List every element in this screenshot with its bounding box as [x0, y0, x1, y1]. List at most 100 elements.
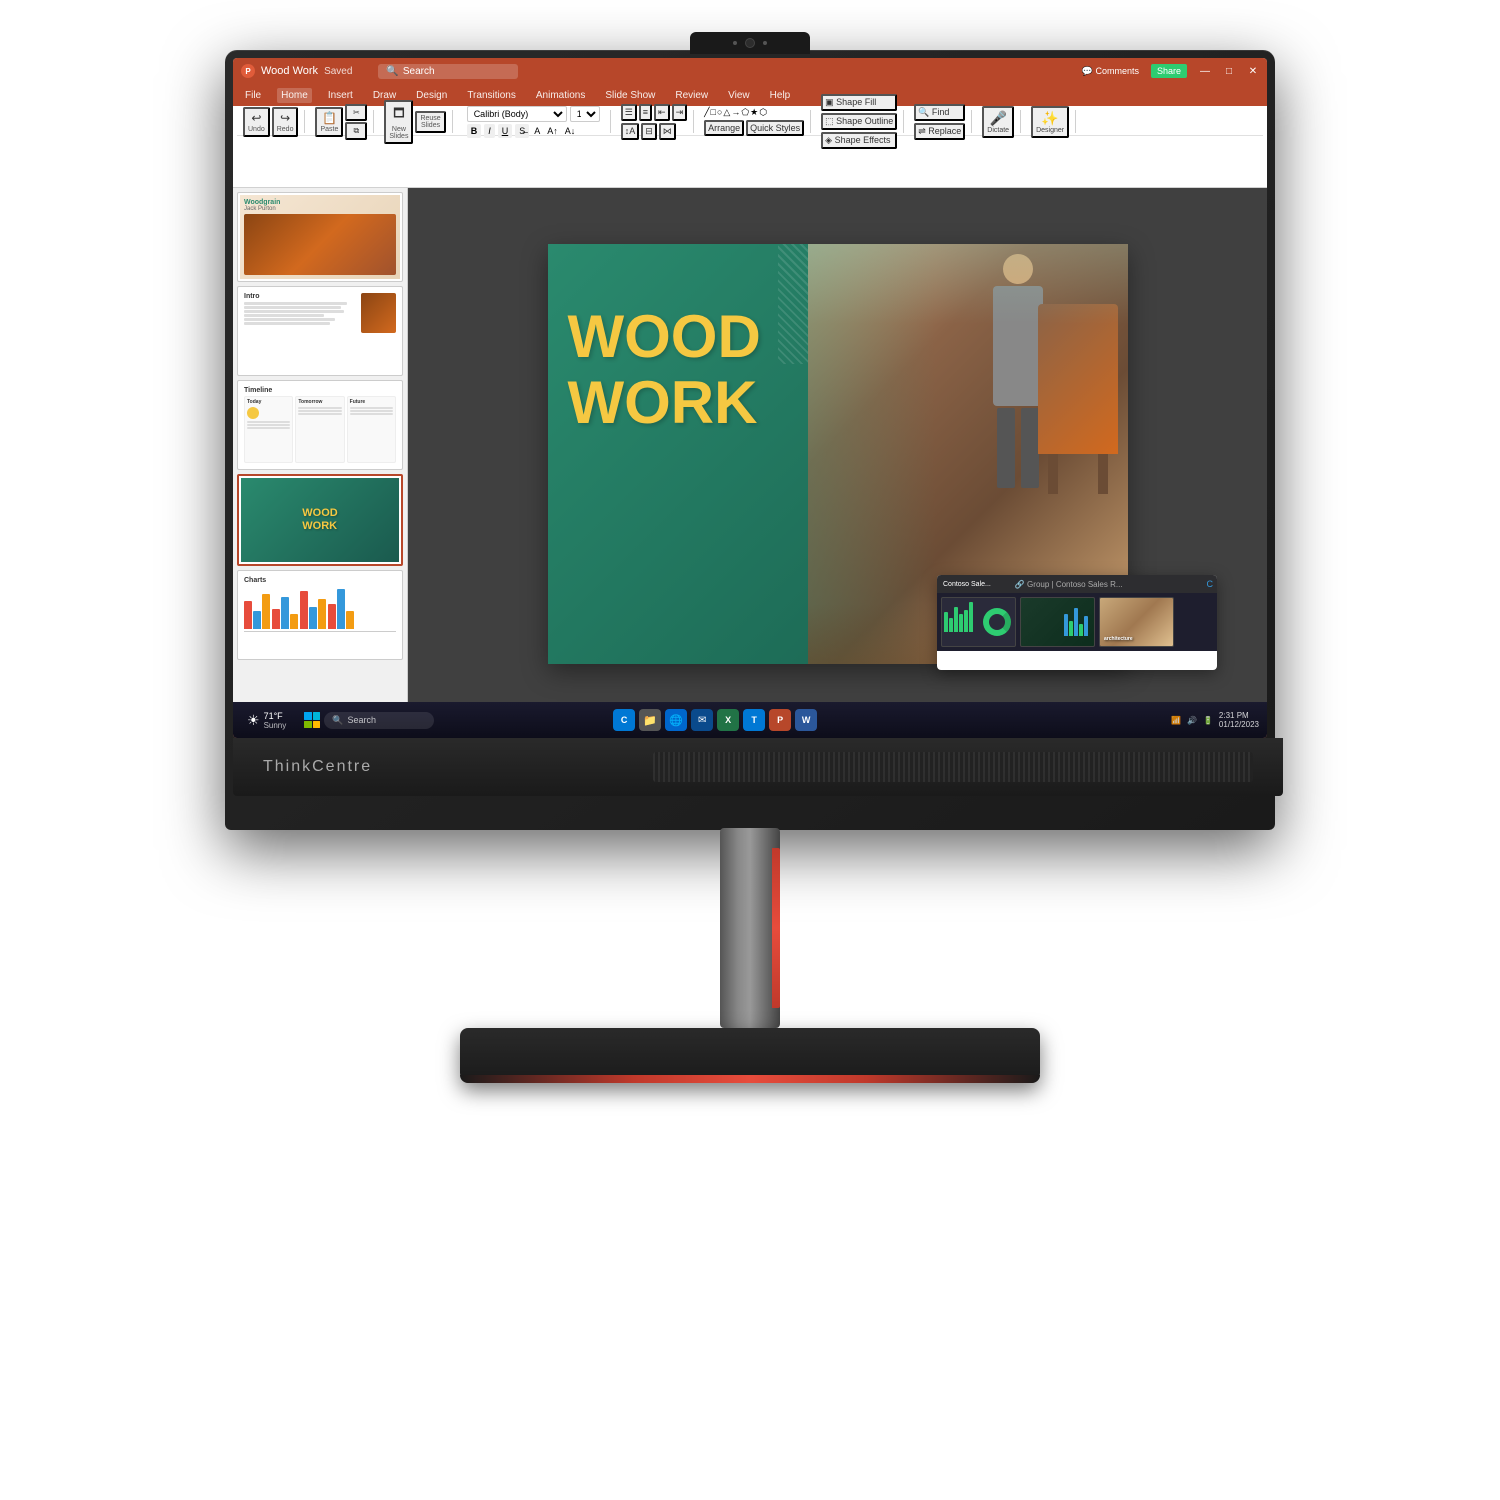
shape-3[interactable]: ○ [717, 107, 722, 118]
share-btn[interactable]: Share [1151, 64, 1187, 78]
menu-view[interactable]: View [724, 88, 754, 103]
taskbar-mail-btn[interactable]: ✉ [691, 709, 713, 731]
taskbar-apps: C 📁 🌐 ✉ X [613, 709, 817, 731]
menu-design[interactable]: Design [412, 88, 451, 103]
excel-icon: X [725, 715, 731, 725]
taskbar-browser-btn[interactable]: 🌐 [665, 709, 687, 731]
align-btns: ↕A ⊟ ⋈ [621, 123, 687, 140]
person-leg-right [1021, 408, 1039, 488]
slide-1-content: Woodgrain Jack Purton [240, 195, 400, 279]
arrange-btn[interactable]: Arrange [704, 120, 744, 136]
taskbar-ppt-btn[interactable]: P [769, 709, 791, 731]
webcam-lens [745, 38, 755, 48]
indent-increase-btn[interactable]: ⇥ [672, 104, 688, 121]
designer-btn[interactable]: ✨ Designer [1031, 106, 1069, 138]
menu-transitions[interactable]: Transitions [463, 88, 520, 103]
comments-btn[interactable]: 💬 Comments [1082, 66, 1139, 77]
bold-btn[interactable]: B [467, 124, 482, 138]
menu-help[interactable]: Help [766, 88, 795, 103]
numbered-list-btn[interactable]: ≡ [639, 104, 652, 121]
taskbar-search[interactable]: 🔍 Search [324, 712, 434, 729]
editing-canvas[interactable]: WOOD WORK [408, 188, 1267, 720]
slide-3-content: Timeline Today [240, 383, 400, 467]
reuse-slides-btn[interactable]: ReuseSlides [415, 111, 445, 133]
cut-btn[interactable]: ✂ [345, 104, 367, 121]
paste-btn[interactable]: 📋 Paste [315, 107, 343, 137]
slide-panel[interactable]: 1 Woodgrain Jack Purton 2 [233, 188, 408, 720]
mini-slide-chart1 [941, 597, 1016, 647]
font-size-decrease[interactable]: A↓ [563, 126, 578, 136]
align-text-btn[interactable]: ⊟ [641, 123, 657, 140]
slide-thumb-1[interactable]: 1 Woodgrain Jack Purton [237, 192, 403, 282]
taskbar-folder-btn[interactable]: 📁 [639, 709, 661, 731]
ribbon-group-designer: ✨ Designer [1025, 110, 1076, 133]
slide-3-title: Timeline [244, 387, 396, 394]
bar-7 [300, 591, 308, 629]
bullet-list-btn[interactable]: ☰ [621, 104, 637, 121]
shape-effects-btn[interactable]: ◈ Shape Effects [821, 132, 897, 149]
close-btn[interactable]: ✕ [1247, 65, 1259, 77]
taskbar-teams-btn[interactable]: T [743, 709, 765, 731]
quick-styles-btn[interactable]: Quick Styles [746, 120, 804, 136]
italic-btn[interactable]: I [484, 124, 495, 138]
minimize-btn[interactable]: — [1199, 65, 1211, 77]
font-family-select[interactable]: Calibri (Body) [467, 106, 567, 122]
find-btn[interactable]: 🔍 Find [914, 104, 965, 121]
shape-1[interactable]: ╱ [704, 107, 709, 118]
taskbar-word-btn[interactable]: W [795, 709, 817, 731]
menu-animations[interactable]: Animations [532, 88, 589, 103]
underline-btn[interactable]: U [498, 124, 513, 138]
replace-btn[interactable]: ⇌ Replace [914, 123, 965, 140]
start-button[interactable] [304, 712, 320, 728]
wood-line2: WORK [568, 370, 761, 436]
redo-btn[interactable]: ↪ Redo [272, 107, 299, 137]
slide-thumb-5[interactable]: 5 Charts [237, 570, 403, 660]
title-search-box[interactable]: 🔍 Search [378, 64, 518, 79]
browser-icon: 🌐 [669, 714, 683, 727]
menu-insert[interactable]: Insert [324, 88, 357, 103]
menu-review[interactable]: Review [671, 88, 712, 103]
text-direction-btn[interactable]: ↕A [621, 123, 640, 140]
time-display: 2:31 PM [1219, 711, 1259, 720]
style-controls: ▣ Shape Fill ⬚ Shape Outline ◈ Shape Eff… [821, 94, 897, 149]
shape-2[interactable]: □ [711, 107, 716, 118]
new-slide-btn[interactable]: 🗖 NewSlides [384, 100, 413, 144]
designer-label: Designer [1036, 127, 1064, 134]
copy-btn[interactable]: ⧉ [345, 122, 367, 140]
shape-6[interactable]: ⬠ [741, 107, 749, 118]
slide-5-title: Charts [244, 577, 396, 584]
font-size-increase[interactable]: A↑ [545, 126, 560, 136]
slide-main-text[interactable]: WOOD WORK [568, 304, 761, 436]
shape-4[interactable]: △ [723, 107, 730, 118]
maximize-btn[interactable]: □ [1223, 65, 1235, 77]
undo-btn[interactable]: ↩ Undo [243, 107, 270, 137]
smartart-btn[interactable]: ⋈ [659, 123, 676, 140]
menu-file[interactable]: File [241, 88, 265, 103]
dictate-btn[interactable]: 🎤 Dictate [982, 106, 1014, 138]
indent-decrease-btn[interactable]: ⇤ [654, 104, 670, 121]
shape-7[interactable]: ★ [750, 107, 758, 118]
menu-slideshow[interactable]: Slide Show [601, 88, 659, 103]
copy-icon: ⧉ [354, 126, 360, 136]
font-size-select[interactable]: 11 [570, 106, 600, 122]
slide-thumb-2[interactable]: 2 Intro [237, 286, 403, 376]
undo-icon: ↩ [251, 111, 261, 125]
slide-thumb-3[interactable]: 3 Timeline Today [237, 380, 403, 470]
today-dot [247, 407, 259, 419]
slide-4-preview: WOODWORK [241, 478, 399, 562]
chart-group-3 [300, 591, 326, 629]
slide-thumb-4[interactable]: 4 WOODWORK [237, 474, 403, 566]
clock: 2:31 PM 01/12/2023 [1219, 711, 1259, 729]
shape-fill-btn[interactable]: ▣ Shape Fill [821, 94, 897, 111]
bar-12 [346, 611, 354, 629]
taskbar-contoso-btn[interactable]: C [613, 709, 635, 731]
taskbar-excel-btn[interactable]: X [717, 709, 739, 731]
shape-5[interactable]: → [731, 107, 740, 118]
slide-1-preview: Woodgrain Jack Purton [240, 195, 400, 279]
monitor-bezel: P Wood Work Saved 🔍 Search 💬 Comments Sh… [225, 50, 1275, 830]
menu-home[interactable]: Home [277, 88, 312, 103]
shape-outline-btn[interactable]: ⬚ Shape Outline [821, 113, 897, 130]
strikethrough-btn[interactable]: S̶ [515, 124, 529, 138]
shape-8[interactable]: ⬡ [759, 107, 767, 118]
floating-window-1[interactable]: Contoso Sale... 🔗 Group | Contoso Sales … [937, 575, 1217, 670]
